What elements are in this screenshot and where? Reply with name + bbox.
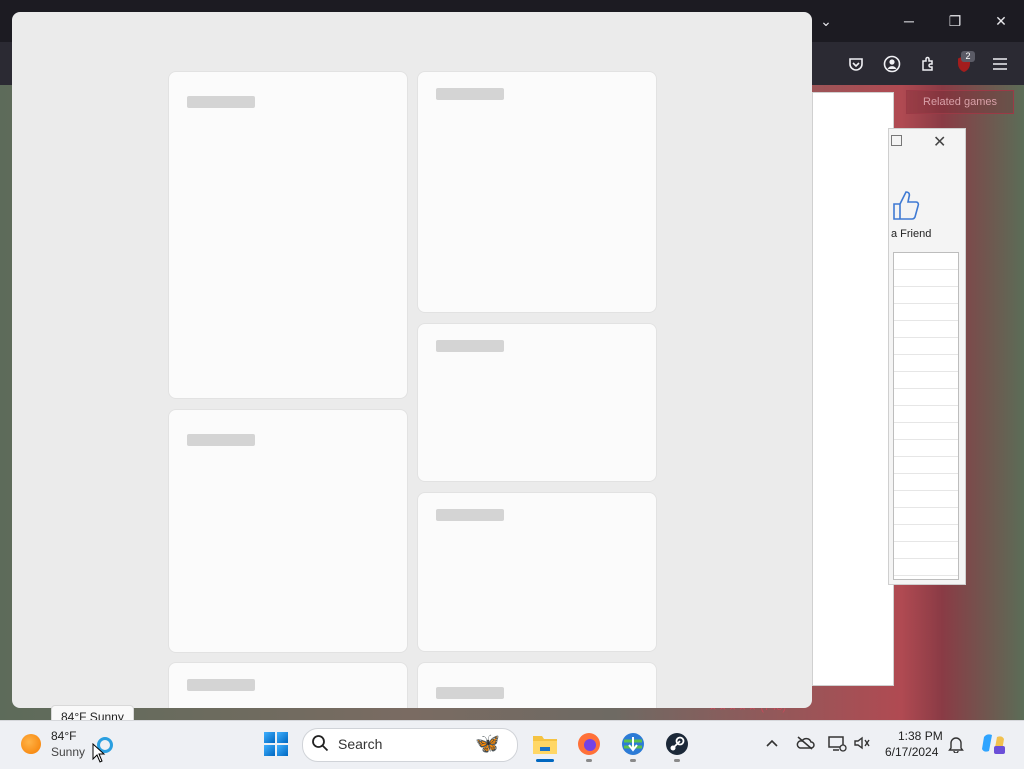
skeleton-title	[436, 509, 504, 521]
display-network-icon[interactable]	[827, 735, 847, 756]
butterfly-icon: 🦋	[475, 733, 500, 755]
clock-date[interactable]: 6/17/2024	[885, 745, 938, 759]
dialog-maximize-icon[interactable]	[891, 135, 902, 146]
skeleton-title	[187, 434, 255, 446]
sun-icon[interactable]	[21, 734, 41, 754]
search-placeholder: Search	[338, 736, 383, 752]
skeleton-title	[187, 679, 255, 691]
pocket-icon[interactable]	[841, 49, 871, 79]
extension-badge: 2	[961, 51, 975, 62]
widget-card-loading[interactable]	[417, 492, 657, 652]
skeleton-title	[187, 96, 255, 108]
notification-bell-icon[interactable]	[948, 735, 964, 756]
account-icon[interactable]	[877, 49, 907, 79]
windows-logo-tile	[277, 745, 288, 756]
related-games-button[interactable]: Related games	[906, 90, 1014, 114]
widget-card-loading[interactable]	[417, 71, 657, 313]
thumbs-up-icon[interactable]	[892, 188, 920, 227]
start-button[interactable]	[264, 732, 288, 756]
extensions-icon[interactable]	[913, 49, 943, 79]
background-page-panel	[812, 92, 894, 686]
onedrive-offline-icon[interactable]	[795, 735, 815, 754]
windows-logo-tile	[264, 732, 275, 743]
running-app-indicator	[586, 759, 592, 762]
clock-time[interactable]: 1:38 PM	[898, 729, 943, 743]
menu-icon[interactable]	[985, 49, 1015, 79]
widget-card-loading[interactable]	[168, 409, 408, 653]
widget-card-loading[interactable]	[168, 662, 408, 708]
restore-button[interactable]: ❐	[932, 0, 978, 42]
weather-temperature[interactable]: 84°F	[51, 729, 76, 743]
running-app-indicator	[674, 759, 680, 762]
dialog-close-icon[interactable]: ✕	[933, 132, 946, 152]
widgets-panel	[12, 12, 812, 708]
internet-download-manager-icon[interactable]	[619, 730, 647, 758]
friend-label: a Friend	[891, 228, 932, 240]
minimize-button[interactable]: ─	[886, 0, 932, 42]
file-explorer-icon[interactable]	[531, 730, 559, 758]
firefox-icon[interactable]	[575, 730, 603, 758]
running-app-indicator	[630, 759, 636, 762]
skeleton-title	[436, 340, 504, 352]
weather-condition[interactable]: Sunny	[51, 745, 85, 759]
mouse-cursor-icon	[92, 742, 106, 768]
active-app-indicator	[536, 759, 554, 762]
search-icon	[311, 734, 329, 757]
dialog-list[interactable]	[893, 252, 959, 580]
widget-card-loading[interactable]	[168, 71, 408, 399]
volume-muted-icon[interactable]	[853, 735, 871, 754]
close-button[interactable]: ✕	[978, 0, 1024, 42]
steam-icon[interactable]	[663, 730, 691, 758]
skeleton-title	[436, 88, 504, 100]
widget-card-loading[interactable]	[417, 323, 657, 482]
copilot-icon[interactable]	[980, 731, 1006, 762]
windows-logo-tile	[277, 732, 288, 743]
widget-card-loading[interactable]	[417, 662, 657, 708]
windows-logo-tile	[264, 745, 275, 756]
show-hidden-icons-chevron-icon[interactable]	[765, 735, 779, 751]
skeleton-title	[436, 687, 504, 699]
